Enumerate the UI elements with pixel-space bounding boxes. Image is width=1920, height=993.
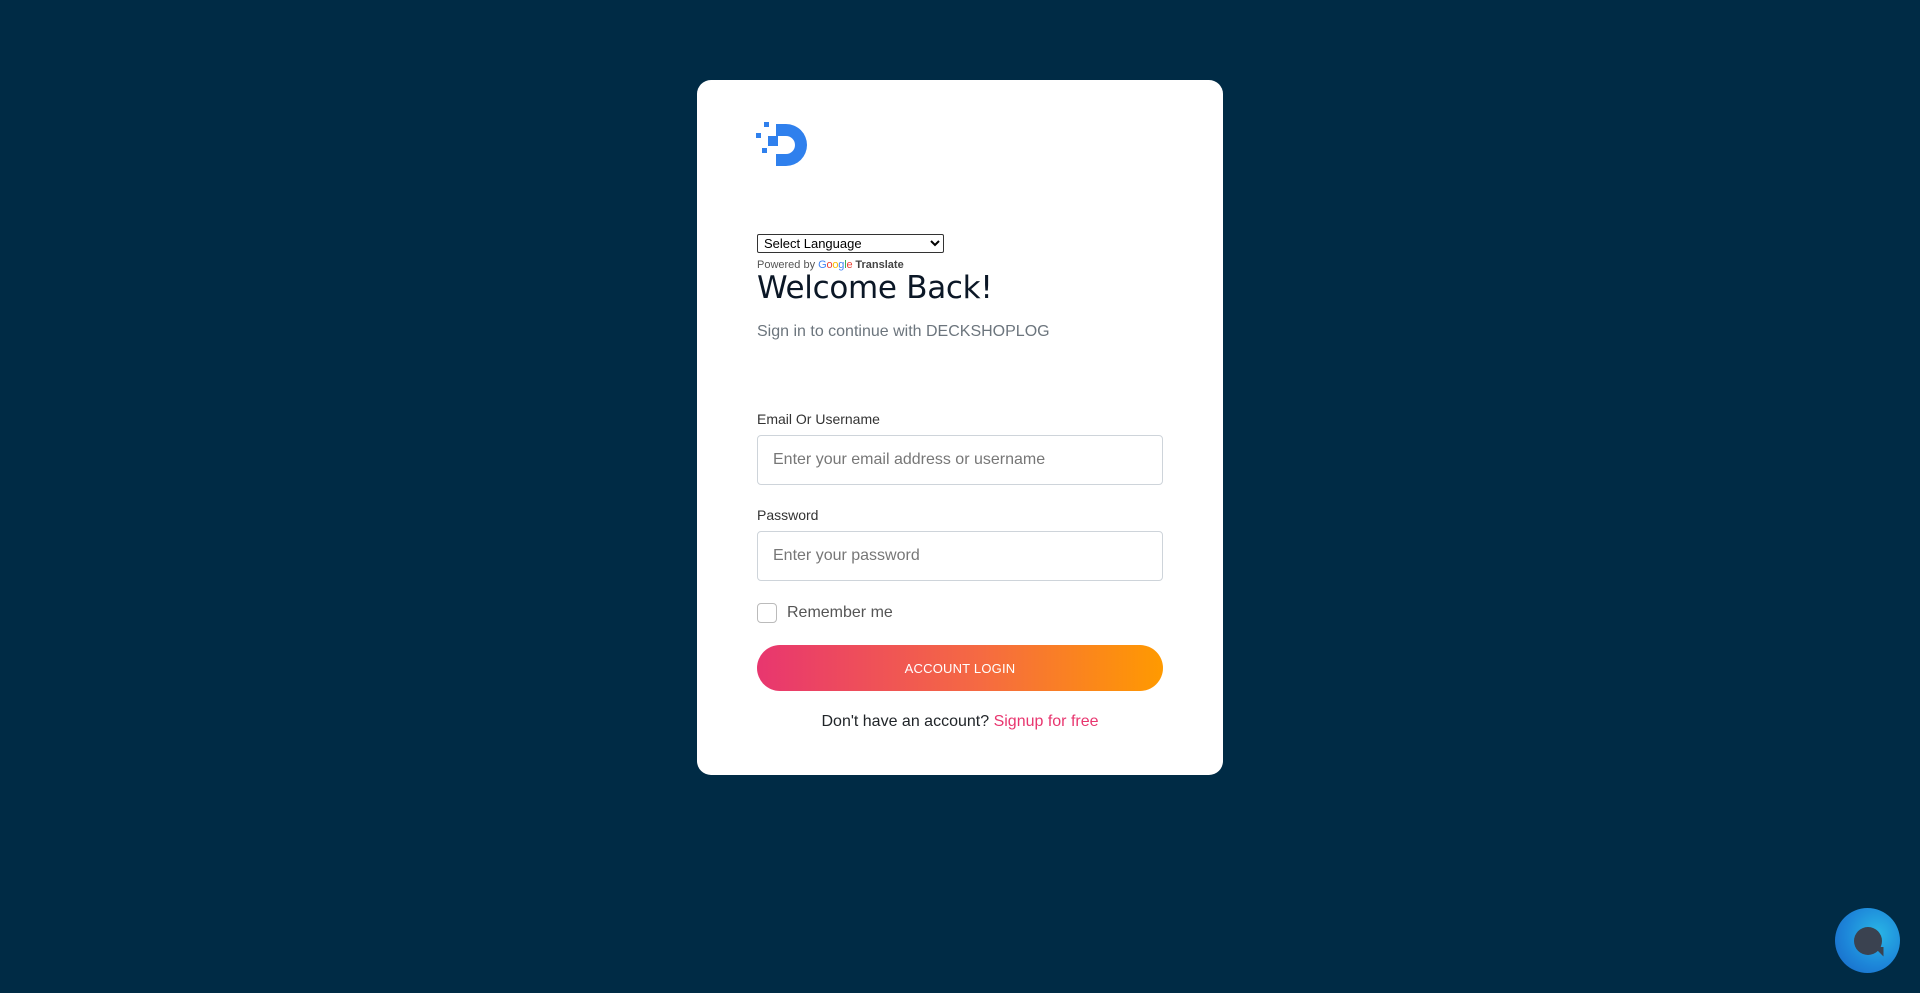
account-login-button[interactable]: ACCOUNT LOGIN <box>757 645 1163 691</box>
deckshoplog-d-logo-icon[interactable] <box>756 118 812 172</box>
signup-link[interactable]: Signup for free <box>994 713 1099 730</box>
chat-widget-button[interactable] <box>1835 908 1900 973</box>
page-subtitle: Sign in to continue with DECKSHOPLOG <box>757 323 1050 340</box>
remember-me-label[interactable]: Remember me <box>787 604 893 622</box>
password-field[interactable] <box>757 531 1163 581</box>
language-select[interactable]: Select Language <box>757 234 944 253</box>
page-title: Welcome Back! <box>757 270 993 306</box>
remember-me-row[interactable]: Remember me <box>757 603 893 623</box>
email-label: Email Or Username <box>757 411 880 427</box>
chat-bubble-icon <box>1853 926 1882 955</box>
login-card: Select Language Powered by Google Transl… <box>697 80 1223 775</box>
signup-prompt: Don't have an account? Signup for free <box>697 713 1223 731</box>
password-label: Password <box>757 507 819 523</box>
email-field[interactable] <box>757 435 1163 485</box>
remember-me-checkbox[interactable] <box>757 603 777 623</box>
no-account-text: Don't have an account? <box>821 713 990 730</box>
